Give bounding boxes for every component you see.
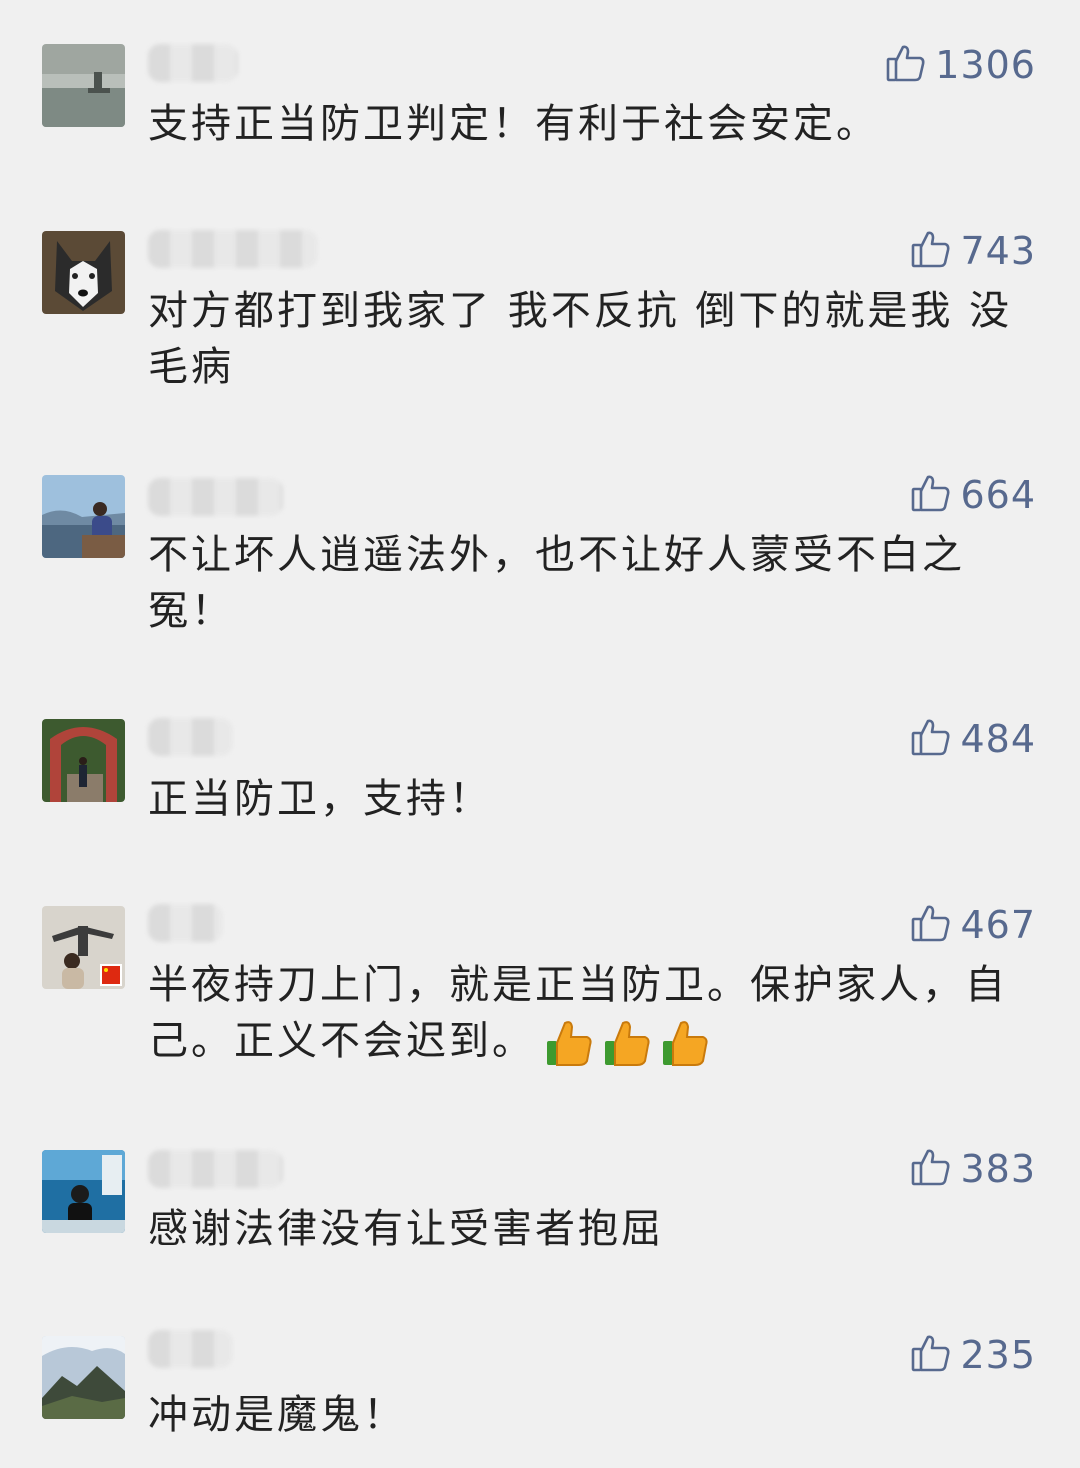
- thumbs-up-icon: [605, 1021, 650, 1066]
- thumbs-up-icon: [885, 42, 927, 88]
- comment-text: 半夜持刀上门，就是正当防卫。保护家人，自己。正义不会迟到。: [148, 957, 1038, 1069]
- username-blurred[interactable]: [148, 904, 223, 942]
- comment-text: 支持正当防卫判定！有利于社会安定。: [148, 101, 879, 147]
- thumbs-up-icon: [910, 472, 952, 518]
- thumbs-up-icon: [910, 228, 952, 274]
- username-blurred[interactable]: [148, 44, 238, 82]
- avatar[interactable]: [42, 44, 125, 127]
- like-button[interactable]: 664: [910, 470, 1036, 520]
- like-button[interactable]: 467: [910, 900, 1036, 950]
- like-button[interactable]: 383: [910, 1144, 1036, 1194]
- comment-text: 对方都打到我家了 我不反抗 倒下的就是我 没毛病: [148, 288, 1013, 390]
- avatar[interactable]: [42, 719, 125, 802]
- like-count: 383: [960, 1147, 1036, 1191]
- username-blurred[interactable]: [148, 230, 318, 268]
- like-count: 484: [960, 717, 1036, 761]
- avatar[interactable]: [42, 906, 125, 989]
- like-count: 235: [960, 1333, 1036, 1377]
- comment-text: 不让坏人逍遥法外，也不让好人蒙受不白之冤！: [148, 532, 965, 634]
- like-count: 664: [960, 473, 1036, 517]
- emoji-group: [543, 1017, 711, 1069]
- thumbs-up-icon: [547, 1021, 592, 1066]
- like-button[interactable]: 743: [910, 226, 1036, 276]
- avatar[interactable]: [42, 1150, 125, 1233]
- thumbs-up-icon: [910, 716, 952, 762]
- thumbs-up-icon: [910, 902, 952, 948]
- avatar[interactable]: [42, 231, 125, 314]
- comment-text: 正当防卫，支持！: [148, 776, 492, 822]
- username-blurred[interactable]: [148, 1330, 233, 1368]
- avatar[interactable]: [42, 475, 125, 558]
- username-blurred[interactable]: [148, 478, 283, 516]
- thumbs-up-icon: [910, 1332, 952, 1378]
- like-count: 1306: [935, 43, 1036, 87]
- username-blurred[interactable]: [148, 718, 233, 756]
- like-button[interactable]: 1306: [885, 40, 1036, 90]
- like-count: 743: [960, 229, 1036, 273]
- like-button[interactable]: 484: [910, 714, 1036, 764]
- comment-text: 冲动是魔鬼！: [148, 1392, 406, 1438]
- avatar[interactable]: [42, 1336, 125, 1419]
- like-count: 467: [960, 903, 1036, 947]
- thumbs-up-icon: [663, 1021, 708, 1066]
- username-blurred[interactable]: [148, 1150, 283, 1188]
- like-button[interactable]: 235: [910, 1330, 1036, 1380]
- thumbs-up-icon: [910, 1146, 952, 1192]
- comment-text: 感谢法律没有让受害者抱屈: [148, 1206, 664, 1252]
